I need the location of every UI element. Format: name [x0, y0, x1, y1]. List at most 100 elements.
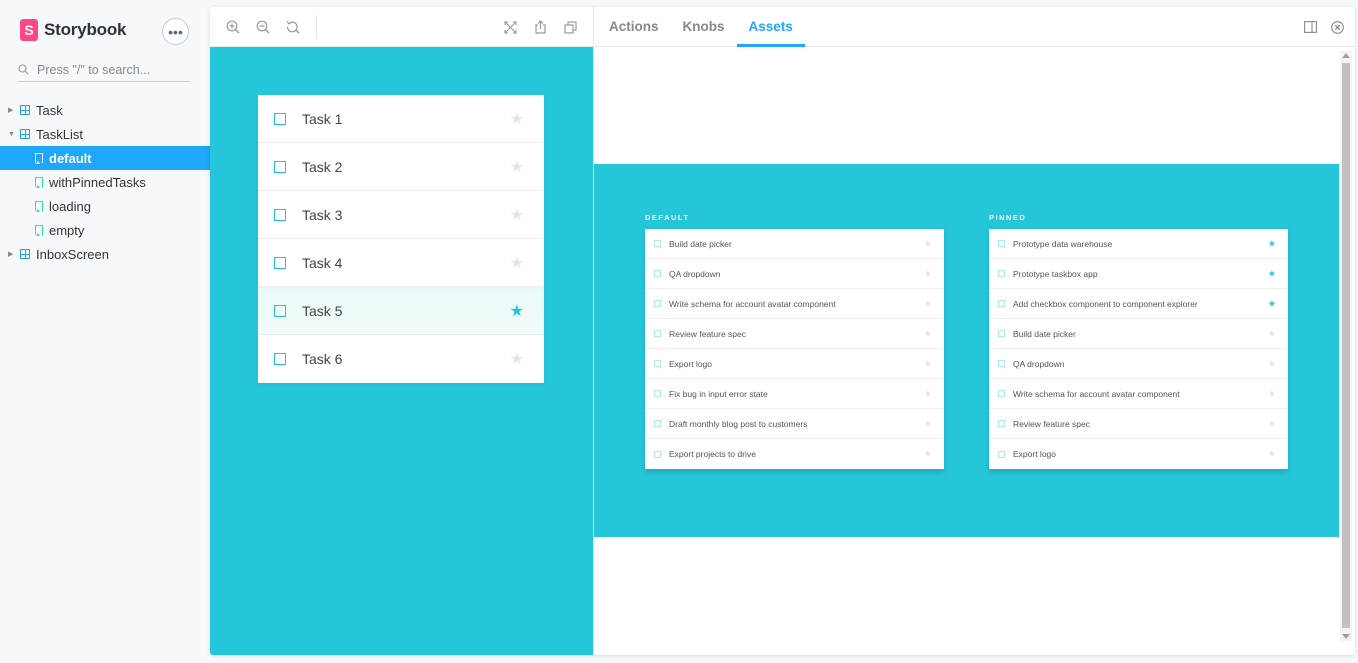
star-icon[interactable]: ★ [510, 349, 524, 369]
asset-task: Export projects to drive ★ [645, 439, 944, 469]
search-icon [18, 64, 29, 75]
tab-actions[interactable]: Actions [597, 7, 671, 46]
star-icon: ★ [923, 358, 932, 368]
asset-task-pinned: Add checkbox component to component expl… [989, 289, 1288, 319]
vertical-scrollbar[interactable] [1340, 51, 1352, 641]
asset-column-default: DEFAULT Build date picker ★ QA dropdown ★ … [645, 213, 944, 469]
tab-assets[interactable]: Assets [736, 7, 806, 47]
scrollbar-thumb[interactable] [1342, 63, 1350, 628]
star-icon[interactable]: ★ [510, 157, 524, 177]
asset-task-title: Build date picker [1013, 328, 1076, 339]
asset-task-title: Export projects to drive [669, 449, 756, 459]
task-item[interactable]: Task 2 ★ [258, 143, 544, 191]
assets-view: DEFAULT Build date picker ★ QA dropdown ★ … [594, 47, 1355, 655]
asset-task-title: Draft monthly blog post to customers [669, 418, 808, 429]
star-icon: ★ [1267, 418, 1276, 428]
checkbox-icon [654, 270, 661, 277]
tab-knobs[interactable]: Knobs [671, 7, 737, 46]
task-item[interactable]: Task 1 ★ [258, 95, 544, 143]
copy-icon[interactable] [555, 7, 585, 47]
search-input[interactable] [37, 62, 177, 77]
star-icon[interactable]: ★ [510, 253, 524, 273]
checkbox-icon [654, 330, 661, 337]
asset-task-pinned: Prototype data warehouse ★ [989, 229, 1288, 259]
caret-down-icon: ▼ [8, 130, 15, 138]
tree-item-task[interactable]: ▶ Task [0, 98, 210, 122]
asset-task-list: Build date picker ★ QA dropdown ★ Write sc… [645, 229, 944, 469]
menu-button[interactable]: ••• [162, 18, 189, 45]
asset-task: Export logo ★ [989, 439, 1288, 469]
asset-task-title: Fix bug in input error state [669, 388, 768, 399]
asset-column-pinned: PINNED Prototype data warehouse ★ Prototy… [989, 213, 1288, 469]
sidebar: S Storybook ••• ▶ Task ▼ TaskList defaul… [0, 0, 210, 663]
task-checkbox[interactable] [274, 353, 286, 365]
task-checkbox[interactable] [274, 304, 286, 317]
scroll-down-icon[interactable] [1342, 634, 1350, 639]
checkbox-icon [998, 270, 1005, 277]
star-icon: ★ [1267, 238, 1276, 248]
task-title: Task 4 [302, 254, 343, 271]
star-icon: ★ [923, 388, 932, 398]
search-field[interactable] [18, 58, 190, 82]
asset-heading: PINNED [989, 213, 1027, 222]
task-checkbox[interactable] [274, 160, 286, 173]
asset-task: Fix bug in input error state ★ [645, 379, 944, 409]
zoom-in-icon[interactable] [218, 7, 248, 47]
tree-item-loading[interactable]: loading [0, 194, 210, 218]
tree-item-inboxscreen[interactable]: ▶ InboxScreen [0, 242, 210, 266]
task-checkbox[interactable] [274, 112, 286, 125]
checkbox-icon [654, 390, 661, 397]
caret-right-icon: ▶ [8, 107, 14, 114]
tree-item-tasklist[interactable]: ▼ TaskList [0, 122, 210, 146]
checkbox-icon [654, 450, 661, 458]
star-icon: ★ [923, 268, 932, 278]
panel-layout-icon[interactable] [1304, 21, 1317, 33]
asset-task-title: Write schema for account avatar componen… [669, 298, 836, 309]
close-icon[interactable] [1331, 20, 1344, 34]
asset-task: Write schema for account avatar componen… [989, 379, 1288, 409]
tree-item-label: default [49, 150, 92, 166]
zoom-out-icon[interactable] [248, 7, 278, 47]
task-item[interactable]: Task 3 ★ [258, 191, 544, 239]
task-checkbox[interactable] [274, 256, 286, 269]
task-item-pinned[interactable]: Task 5 ★ [258, 287, 544, 335]
scroll-up-icon[interactable] [1342, 53, 1350, 58]
task-title: Task 5 [302, 302, 343, 319]
asset-task: Draft monthly blog post to customers ★ [645, 409, 944, 439]
task-item[interactable]: Task 6 ★ [258, 335, 544, 383]
asset-task: QA dropdown ★ [989, 349, 1288, 379]
addon-tools [1304, 7, 1344, 47]
tree-item-default[interactable]: default [0, 146, 210, 170]
tree-item-empty[interactable]: empty [0, 218, 210, 242]
asset-task-title: QA dropdown [669, 268, 721, 279]
asset-task: QA dropdown ★ [645, 259, 944, 289]
fullscreen-icon[interactable] [495, 7, 525, 47]
share-icon[interactable] [525, 7, 555, 47]
star-icon[interactable]: ★ [510, 109, 524, 129]
task-checkbox[interactable] [274, 208, 286, 221]
task-item[interactable]: Task 4 ★ [258, 239, 544, 287]
bookmark-icon [35, 153, 43, 164]
tree-item-label: InboxScreen [36, 246, 109, 262]
task-title: Task 6 [302, 351, 343, 367]
checkbox-icon [998, 420, 1005, 427]
design-asset-image: DEFAULT Build date picker ★ QA dropdown ★ … [594, 164, 1339, 537]
star-icon: ★ [1267, 388, 1276, 398]
asset-heading: DEFAULT [645, 213, 690, 222]
tree-item-withpinnedtasks[interactable]: withPinnedTasks [0, 170, 210, 194]
asset-task: Review feature spec ★ [989, 409, 1288, 439]
checkbox-icon [998, 300, 1005, 307]
brand[interactable]: S Storybook [20, 19, 126, 41]
brand-name: Storybook [44, 20, 127, 39]
task-title: Task 3 [302, 206, 343, 223]
story-tree: ▶ Task ▼ TaskList default withPinnedTask… [0, 98, 210, 266]
component-icon [20, 249, 30, 259]
checkbox-icon [998, 390, 1005, 397]
caret-right-icon: ▶ [8, 251, 14, 258]
star-icon[interactable]: ★ [510, 301, 524, 321]
star-icon: ★ [1267, 448, 1276, 459]
asset-task-title: Add checkbox component to component expl… [1013, 298, 1198, 309]
asset-task-list: Prototype data warehouse ★ Prototype task… [989, 229, 1288, 469]
star-icon[interactable]: ★ [510, 205, 524, 225]
zoom-reset-icon[interactable] [278, 7, 308, 47]
